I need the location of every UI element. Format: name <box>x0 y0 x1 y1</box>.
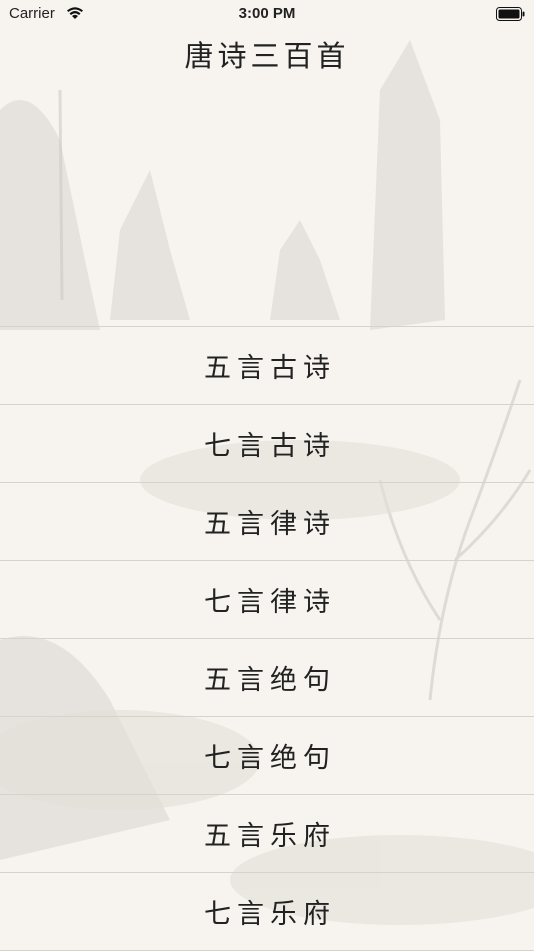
menu-item-wuyan-lushi[interactable]: 五言律诗 <box>0 482 534 560</box>
menu-item-qiyan-lushi[interactable]: 七言律诗 <box>0 560 534 638</box>
menu-item-qiyan-yuefu[interactable]: 七言乐府 <box>0 872 534 951</box>
status-time: 3:00 PM <box>238 5 296 22</box>
page-title: 唐诗三百首 <box>184 39 350 73</box>
poem-category-list: 五言古诗 七言古诗 五言律诗 七言律诗 五言绝句 七言绝句 五言乐府 七言乐府 <box>0 326 534 951</box>
menu-item-wuyan-jueju[interactable]: 五言绝句 <box>0 638 534 716</box>
battery-icon <box>496 6 526 25</box>
menu-item-wuyan-yuefu[interactable]: 五言乐府 <box>0 794 534 872</box>
menu-item-qiyan-jueju[interactable]: 七言绝句 <box>0 716 534 794</box>
menu-item-wuyan-gushi[interactable]: 五言古诗 <box>0 326 534 404</box>
status-bar: Carrier 3:00 PM <box>0 0 534 28</box>
menu-item-qiyan-gushi[interactable]: 七言古诗 <box>0 404 534 482</box>
